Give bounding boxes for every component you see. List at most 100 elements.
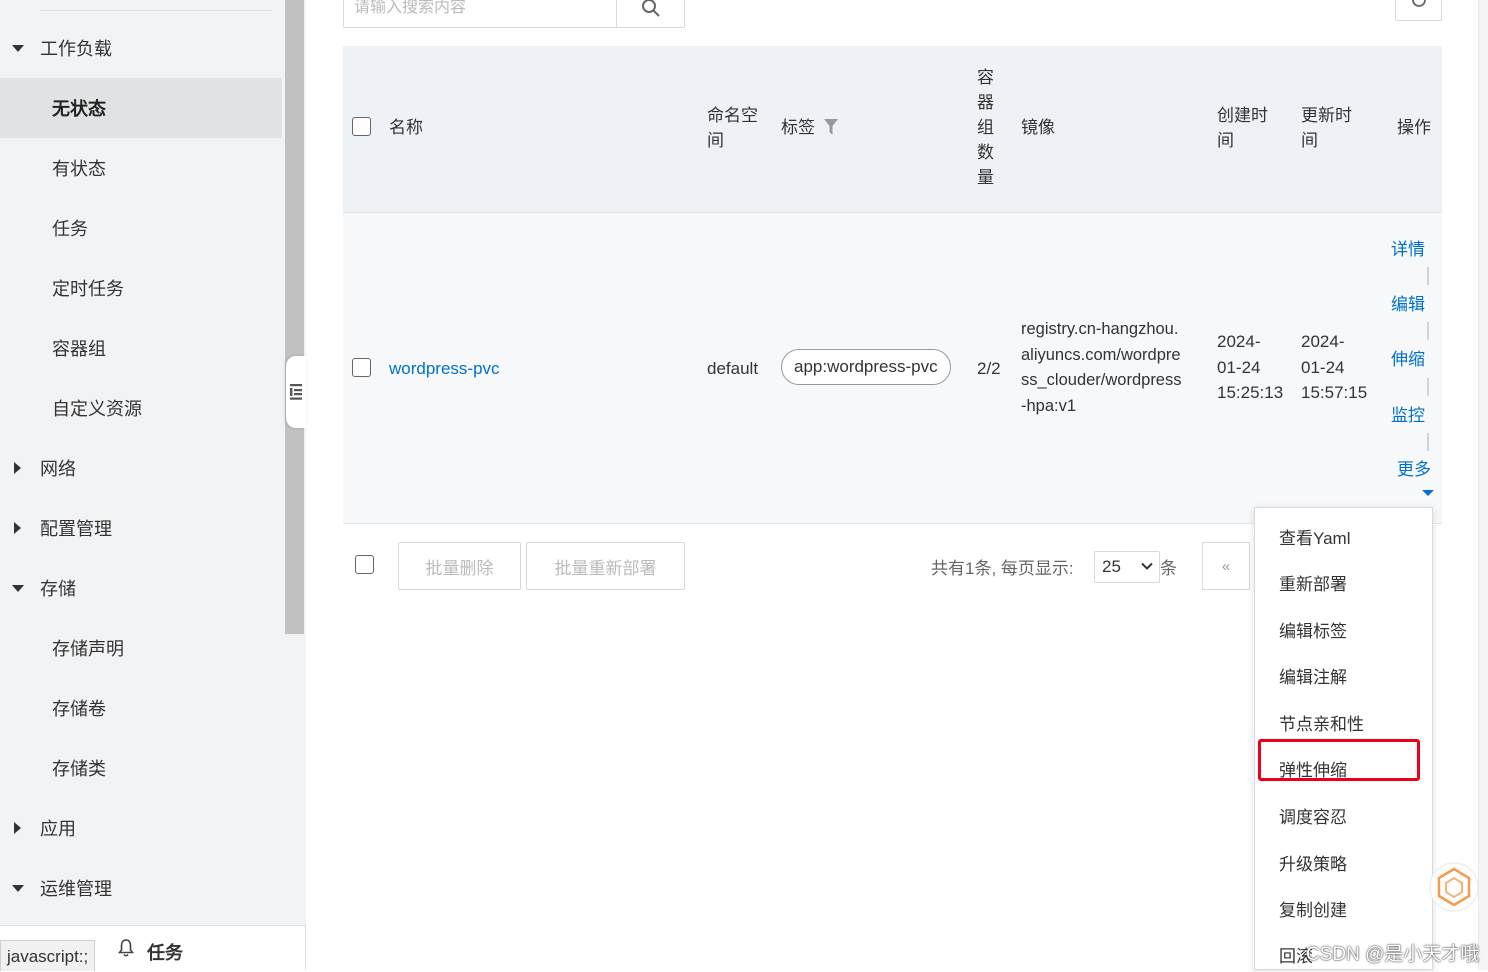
sidebar-group-label: 应用	[40, 819, 76, 839]
batch-redeploy-button[interactable]: 批量重新部署	[526, 542, 685, 590]
sidebar-group-workload[interactable]: 工作负载	[0, 18, 282, 78]
column-header-actions: 操作	[1397, 118, 1431, 137]
floating-assistant-icon[interactable]	[1428, 859, 1478, 915]
sidebar-group-label: 工作负载	[40, 39, 112, 59]
sidebar-group-apps[interactable]: 应用	[0, 798, 282, 858]
sidebar-item-jobs[interactable]: 任务	[0, 198, 282, 258]
column-header-updated: 更新时 间	[1301, 106, 1352, 150]
sidebar-group-label: 网络	[40, 459, 76, 479]
menu-item-redeploy[interactable]: 重新部署	[1279, 570, 1347, 595]
action-separator	[1427, 433, 1429, 451]
menu-item-view-yaml[interactable]: 查看Yaml	[1279, 524, 1350, 549]
action-monitor-link[interactable]: 监控	[1391, 401, 1425, 426]
chevron-down-icon	[1422, 490, 1434, 496]
search-button[interactable]	[616, 0, 685, 28]
column-header-image: 镜像	[1021, 118, 1055, 137]
sidebar-item-pods[interactable]: 容器组	[0, 318, 282, 378]
sidebar-group-label: 配置管理	[40, 519, 112, 539]
select-all-checkbox[interactable]	[352, 117, 371, 136]
action-separator	[1427, 267, 1429, 285]
sidebar-group-storage[interactable]: 存储	[0, 558, 282, 618]
updated-time-cell: 2024- 01-24 15:57:15	[1301, 332, 1368, 402]
sidebar-item-cronjobs[interactable]: 定时任务	[0, 258, 282, 318]
menu-item-clone[interactable]: 复制创建	[1279, 896, 1347, 921]
sidebar-group-label: 存储	[40, 579, 76, 599]
search-input[interactable]	[343, 0, 617, 28]
sidebar-item-deployments[interactable]: 无状态	[0, 78, 282, 138]
bottom-task-bar: javascript:; 任务	[0, 925, 306, 971]
menu-item-node-affinity[interactable]: 节点亲和性	[1279, 710, 1364, 735]
created-time-cell: 2024- 01-24 15:25:13	[1217, 332, 1284, 402]
sidebar-item-label: 定时任务	[52, 279, 124, 299]
column-header-name: 名称	[389, 118, 423, 137]
page-size-value: 25	[1102, 557, 1121, 576]
collapse-menu-icon	[290, 384, 302, 400]
sidebar-group-network[interactable]: 网络	[0, 438, 282, 498]
sidebar-item-pv[interactable]: 存储卷	[0, 678, 282, 738]
sidebar-item-label: 有状态	[52, 159, 106, 179]
watermark-text: CSDN @是小天才哦	[1306, 944, 1480, 965]
sidebar-item-label: 存储卷	[52, 699, 106, 719]
workload-name-link[interactable]: wordpress-pvc	[389, 356, 500, 382]
sidebar-item-storageclass[interactable]: 存储类	[0, 738, 282, 798]
chevron-down-icon	[1141, 562, 1153, 570]
caret-down-icon	[12, 885, 24, 892]
footer-select-all-checkbox[interactable]	[355, 555, 374, 574]
row-checkbox[interactable]	[352, 358, 371, 377]
highlight-annotation-box	[1258, 739, 1420, 781]
image-cell: registry.cn-hangzhou. aliyuncs.com/wordp…	[1021, 320, 1182, 415]
sidebar-group-label: 运维管理	[40, 879, 112, 899]
action-more-link[interactable]: 更多	[1397, 455, 1431, 480]
batch-delete-button[interactable]: 批量删除	[398, 542, 521, 590]
menu-item-tolerations[interactable]: 调度容忍	[1279, 803, 1347, 828]
sidebar-group-config[interactable]: 配置管理	[0, 498, 282, 558]
table-header: 名称 命名空 间 标签 容 器 组 数 量 镜像 创建时 间 更新时 间 操作	[343, 46, 1442, 212]
sidebar-group-ops[interactable]: 运维管理	[0, 858, 282, 918]
sidebar-item-label: 容器组	[52, 339, 106, 359]
column-header-created: 创建时 间	[1217, 106, 1268, 150]
namespace-cell: default	[707, 359, 759, 378]
action-details-link[interactable]: 详情	[1391, 235, 1425, 260]
sidebar-item-custom-resources[interactable]: 自定义资源	[0, 378, 282, 438]
browser-status-url: javascript:;	[0, 940, 96, 971]
action-scale-link[interactable]: 伸缩	[1391, 345, 1425, 370]
prev-page-button[interactable]: «	[1202, 542, 1250, 590]
sidebar-item-label: 存储类	[52, 759, 106, 779]
sidebar-divider	[40, 10, 272, 11]
menu-item-edit-annotations[interactable]: 编辑注解	[1279, 663, 1347, 688]
sidebar-item-pvc[interactable]: 存储声明	[0, 618, 282, 678]
menu-item-edit-labels[interactable]: 编辑标签	[1279, 617, 1347, 642]
page-scrollbar[interactable]	[1478, 0, 1488, 970]
refresh-button[interactable]	[1395, 0, 1442, 21]
caret-right-icon	[14, 522, 21, 534]
sidebar-item-label: 任务	[52, 219, 88, 239]
pod-count-cell: 2/2	[977, 359, 1001, 378]
sidebar: 工作负载 无状态 有状态 任务 定时任务 容器组 自定义资源 网络 配置管理 存…	[0, 0, 284, 925]
sidebar-collapse-toggle[interactable]	[286, 356, 306, 428]
action-separator	[1427, 378, 1429, 396]
caret-down-icon	[12, 45, 24, 52]
action-edit-link[interactable]: 编辑	[1391, 290, 1425, 315]
sidebar-scrollbar-thumb[interactable]	[285, 0, 304, 634]
column-header-pod-count: 容 器 组 数 量	[977, 68, 994, 187]
pagination-total-text: 共有1条, 每页显示:	[931, 559, 1074, 578]
caret-right-icon	[14, 462, 21, 474]
menu-item-upgrade-strategy[interactable]: 升级策略	[1279, 850, 1347, 875]
caret-down-icon	[12, 585, 24, 592]
table-row: wordpress-pvc default app:wordpress-pvc …	[343, 212, 1442, 524]
filter-icon[interactable]	[824, 119, 838, 136]
caret-right-icon	[14, 822, 21, 834]
sidebar-item-statefulsets[interactable]: 有状态	[0, 138, 282, 198]
sidebar-item-label: 存储声明	[52, 639, 124, 659]
sidebar-item-label: 自定义资源	[52, 399, 142, 419]
search-icon	[641, 0, 660, 17]
column-header-namespace: 命名空 间	[707, 106, 758, 150]
pagination-unit: 条	[1160, 559, 1177, 578]
sidebar-item-label: 无状态	[52, 99, 106, 119]
page-size-select[interactable]: 25	[1094, 551, 1160, 583]
bell-icon[interactable]	[118, 938, 134, 958]
label-tag: app:wordpress-pvc	[781, 349, 951, 385]
refresh-icon	[1411, 0, 1426, 7]
task-center-label[interactable]: 任务	[147, 939, 183, 965]
action-separator	[1427, 322, 1429, 340]
